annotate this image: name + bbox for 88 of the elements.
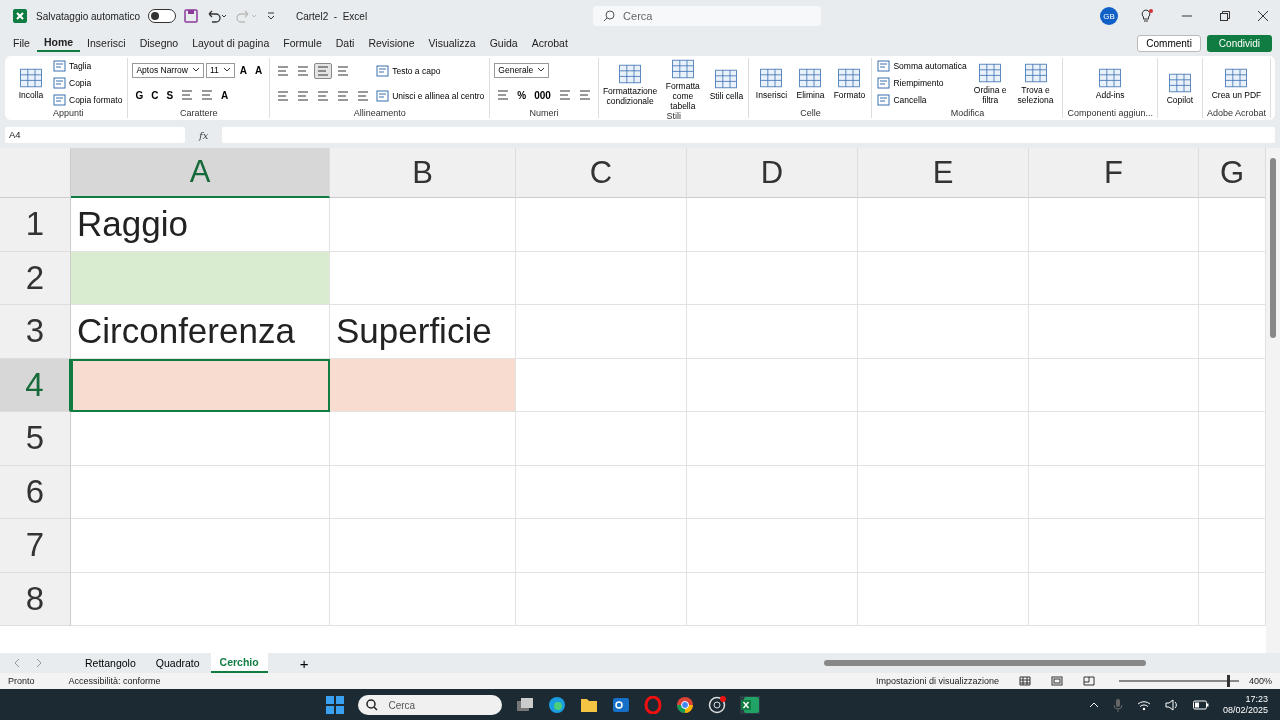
table-cell: Circonferenza (71, 305, 330, 359)
format-button[interactable]: A (236, 63, 250, 77)
ribbon-button[interactable]: Unisci e allinea al centro (375, 88, 486, 103)
column-header[interactable]: D (687, 148, 858, 198)
group-label: Adobe Acrobat (1206, 108, 1266, 118)
menu-tab[interactable]: Acrobat (524, 35, 575, 51)
menu-tab[interactable]: Home (36, 34, 81, 52)
group-label: Numeri (529, 108, 559, 118)
column-header[interactable]: B (330, 148, 516, 198)
menu-tab[interactable]: Dati (328, 35, 362, 51)
format-button[interactable]: A (251, 63, 266, 77)
column-header[interactable]: G (1199, 148, 1266, 198)
ribbon-button[interactable]: Formato (831, 66, 868, 100)
share-button[interactable]: Condividi (1206, 34, 1272, 52)
ribbon-button[interactable]: Riempimento (876, 76, 945, 90)
sheet-tab[interactable]: Rettangolo (76, 653, 145, 673)
row-header[interactable]: 5 (0, 412, 71, 466)
dropdown-field[interactable]: Aptos Narrow (132, 62, 204, 78)
table-cell: Raggio (71, 198, 330, 252)
group-label: Allineamento (353, 108, 406, 118)
search-field[interactable]: Cerca (593, 6, 822, 26)
ribbon-button[interactable]: Elimina (792, 66, 829, 100)
format-button[interactable]: A (218, 88, 232, 102)
ribbon-button[interactable]: Ordina e filtra (970, 61, 1010, 105)
menu-tab[interactable]: Layout di pagina (185, 35, 277, 51)
row-header[interactable]: 6 (0, 465, 71, 519)
format-button[interactable]: C (148, 88, 162, 102)
row-header[interactable]: 8 (0, 572, 71, 626)
ribbon-button[interactable]: Copilot (1161, 71, 1198, 105)
group-label: Appunti (52, 108, 84, 118)
add-sheet-button[interactable]: + (293, 654, 315, 672)
ribbon-button[interactable]: Trova e seleziona (1012, 61, 1059, 105)
column-header[interactable]: C (516, 148, 687, 198)
ribbon-button[interactable]: Formatta come tabella (660, 58, 706, 111)
menu-tab[interactable]: Inserisci (80, 35, 133, 51)
ribbon-button[interactable]: Incolla (13, 66, 49, 100)
format-button[interactable]: 000 (531, 88, 554, 102)
menu-tab[interactable]: Guida (482, 35, 525, 51)
document-title: Cartel2 - Excel (295, 10, 368, 22)
dropdown-field[interactable]: Generale (494, 62, 550, 78)
column-header[interactable]: A (71, 148, 330, 198)
group-label: Celle (800, 108, 821, 118)
row-header[interactable]: 3 (0, 305, 71, 359)
menu-tab[interactable]: Visualizza (421, 35, 483, 51)
column-header[interactable]: E (858, 148, 1029, 198)
column-header[interactable]: F (1029, 148, 1199, 198)
ribbon-button[interactable]: Inserisci (753, 66, 790, 100)
format-button[interactable]: % (514, 88, 530, 102)
menu-tab[interactable]: File (6, 35, 37, 51)
menu-tab[interactable]: Disegno (132, 35, 186, 51)
zoom-level[interactable]: 400% (1248, 676, 1272, 686)
user-avatar[interactable]: GB (1100, 7, 1118, 25)
function-button[interactable]: fx (193, 129, 215, 141)
menu-tab[interactable]: Formule (276, 35, 329, 51)
ribbon-button[interactable]: Copia (52, 76, 93, 90)
table-cell: Superficie (330, 305, 516, 359)
sheet-tab[interactable]: Cerchio (210, 653, 268, 673)
dropdown-field[interactable]: 11 (205, 62, 235, 78)
ribbon-button[interactable]: Cancella (876, 92, 928, 107)
ribbon-button[interactable]: Crea un PDF (1211, 66, 1262, 100)
format-button[interactable]: G (132, 88, 147, 102)
group-label: Carattere (180, 108, 218, 118)
ribbon-button[interactable]: Taglia (52, 59, 93, 74)
group-label: Stili (666, 111, 681, 121)
row-header[interactable]: 4 (0, 358, 71, 412)
taskbar-search[interactable]: Cerca (358, 695, 503, 715)
ribbon-button[interactable]: Stili cella (708, 68, 745, 101)
menu-tab[interactable]: Revisione (361, 35, 422, 51)
autosave-label: Salvataggio automatico (36, 10, 140, 22)
clock-time[interactable]: 17:23 (1245, 694, 1268, 705)
ribbon-button[interactable]: Copia formato (52, 92, 124, 107)
ribbon-button[interactable]: Formattazione condizionale (602, 63, 658, 106)
name-box[interactable]: A4 (5, 127, 185, 143)
clock-date[interactable]: 08/02/2025 (1222, 705, 1268, 716)
row-header[interactable]: 2 (0, 251, 71, 305)
ribbon-button[interactable]: Add-ins (1092, 66, 1129, 100)
row-header[interactable]: 7 (0, 519, 71, 573)
row-header[interactable]: 1 (0, 198, 71, 252)
display-settings[interactable]: Impostazioni di visualizzazione (875, 676, 999, 686)
accessibility-status[interactable]: Accessibilità: conforme (68, 676, 161, 686)
sheet-tab[interactable]: Quadrato (146, 653, 209, 673)
ribbon-button[interactable]: Testo a capo (375, 63, 442, 78)
ribbon-button[interactable]: Somma automatica (876, 59, 968, 74)
comments-button[interactable]: Commenti (1137, 34, 1201, 52)
group-label: Modifica (950, 108, 985, 118)
group-label: Componenti aggiun... (1067, 108, 1153, 118)
format-button[interactable]: S (163, 88, 177, 102)
status-text: Pronto (8, 676, 35, 686)
